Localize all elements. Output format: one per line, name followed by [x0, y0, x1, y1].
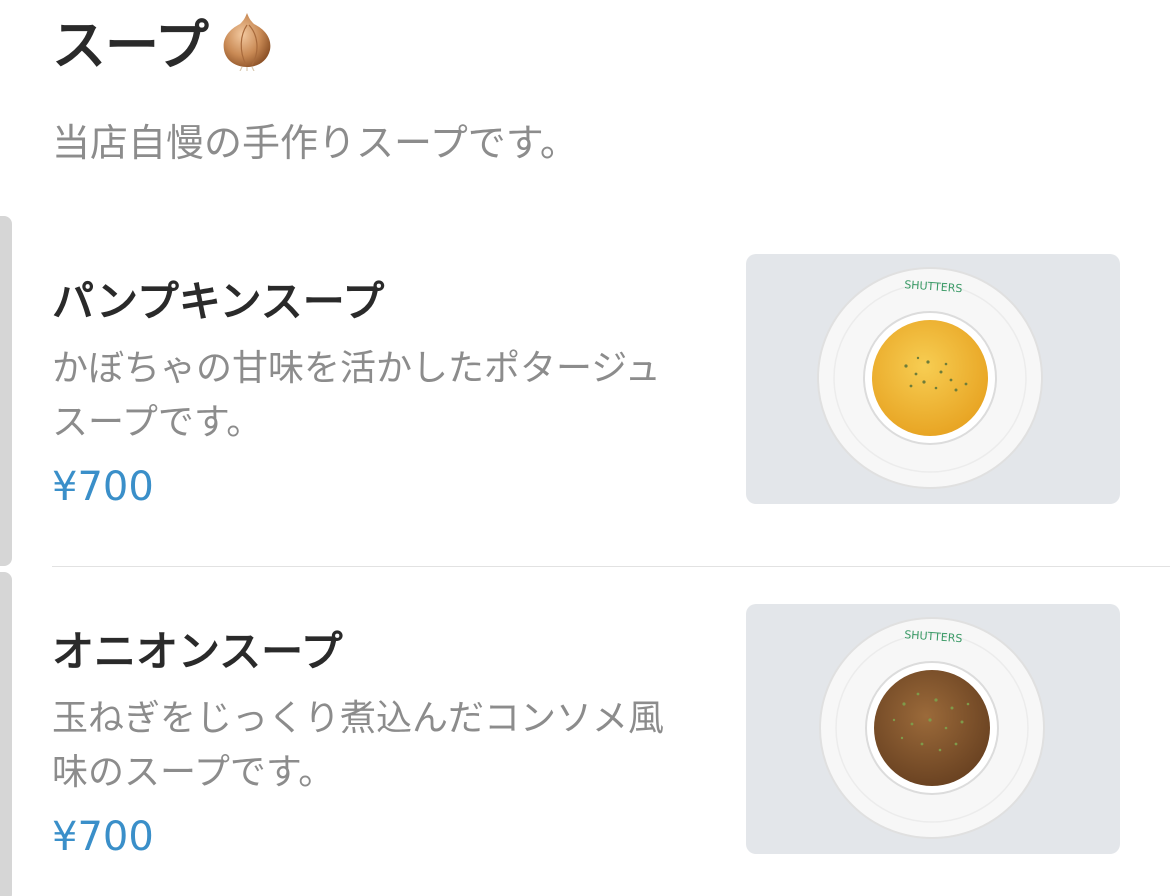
item-divider: [52, 566, 1170, 567]
item-price: ¥700: [52, 464, 154, 510]
menu-section: スープ 当店自慢の手作りスープです。 パンプキンスープ かぼちゃの甘味を活かした…: [0, 0, 1170, 896]
menu-item-pumpkin-soup[interactable]: パンプキンスープ かぼちゃの甘味を活かしたポタージュスープです。 ¥700 SH…: [52, 254, 1170, 568]
onion-icon: [216, 9, 278, 72]
item-description: 玉ねぎをじっくり煮込んだコンソメ風味のスープです。: [52, 698, 665, 793]
item-photo[interactable]: SHUTTERS: [746, 604, 1120, 854]
section-title: スープ: [52, 13, 209, 77]
section-description: 当店自慢の手作りスープです。: [52, 121, 578, 165]
item-price: ¥700: [52, 814, 154, 860]
item-edge-indicator: [0, 572, 12, 896]
item-name: オニオンスープ: [52, 627, 343, 676]
item-name: パンプキンスープ: [52, 277, 385, 326]
section-header: スープ: [52, 2, 278, 78]
menu-item-onion-soup[interactable]: オニオンスープ 玉ねぎをじっくり煮込んだコンソメ風味のスープです。 ¥700 S…: [52, 604, 1170, 896]
item-description: かぼちゃの甘味を活かしたポタージュスープです。: [52, 348, 661, 443]
item-photo[interactable]: SHUTTERS: [746, 254, 1120, 504]
item-edge-indicator: [0, 216, 12, 566]
